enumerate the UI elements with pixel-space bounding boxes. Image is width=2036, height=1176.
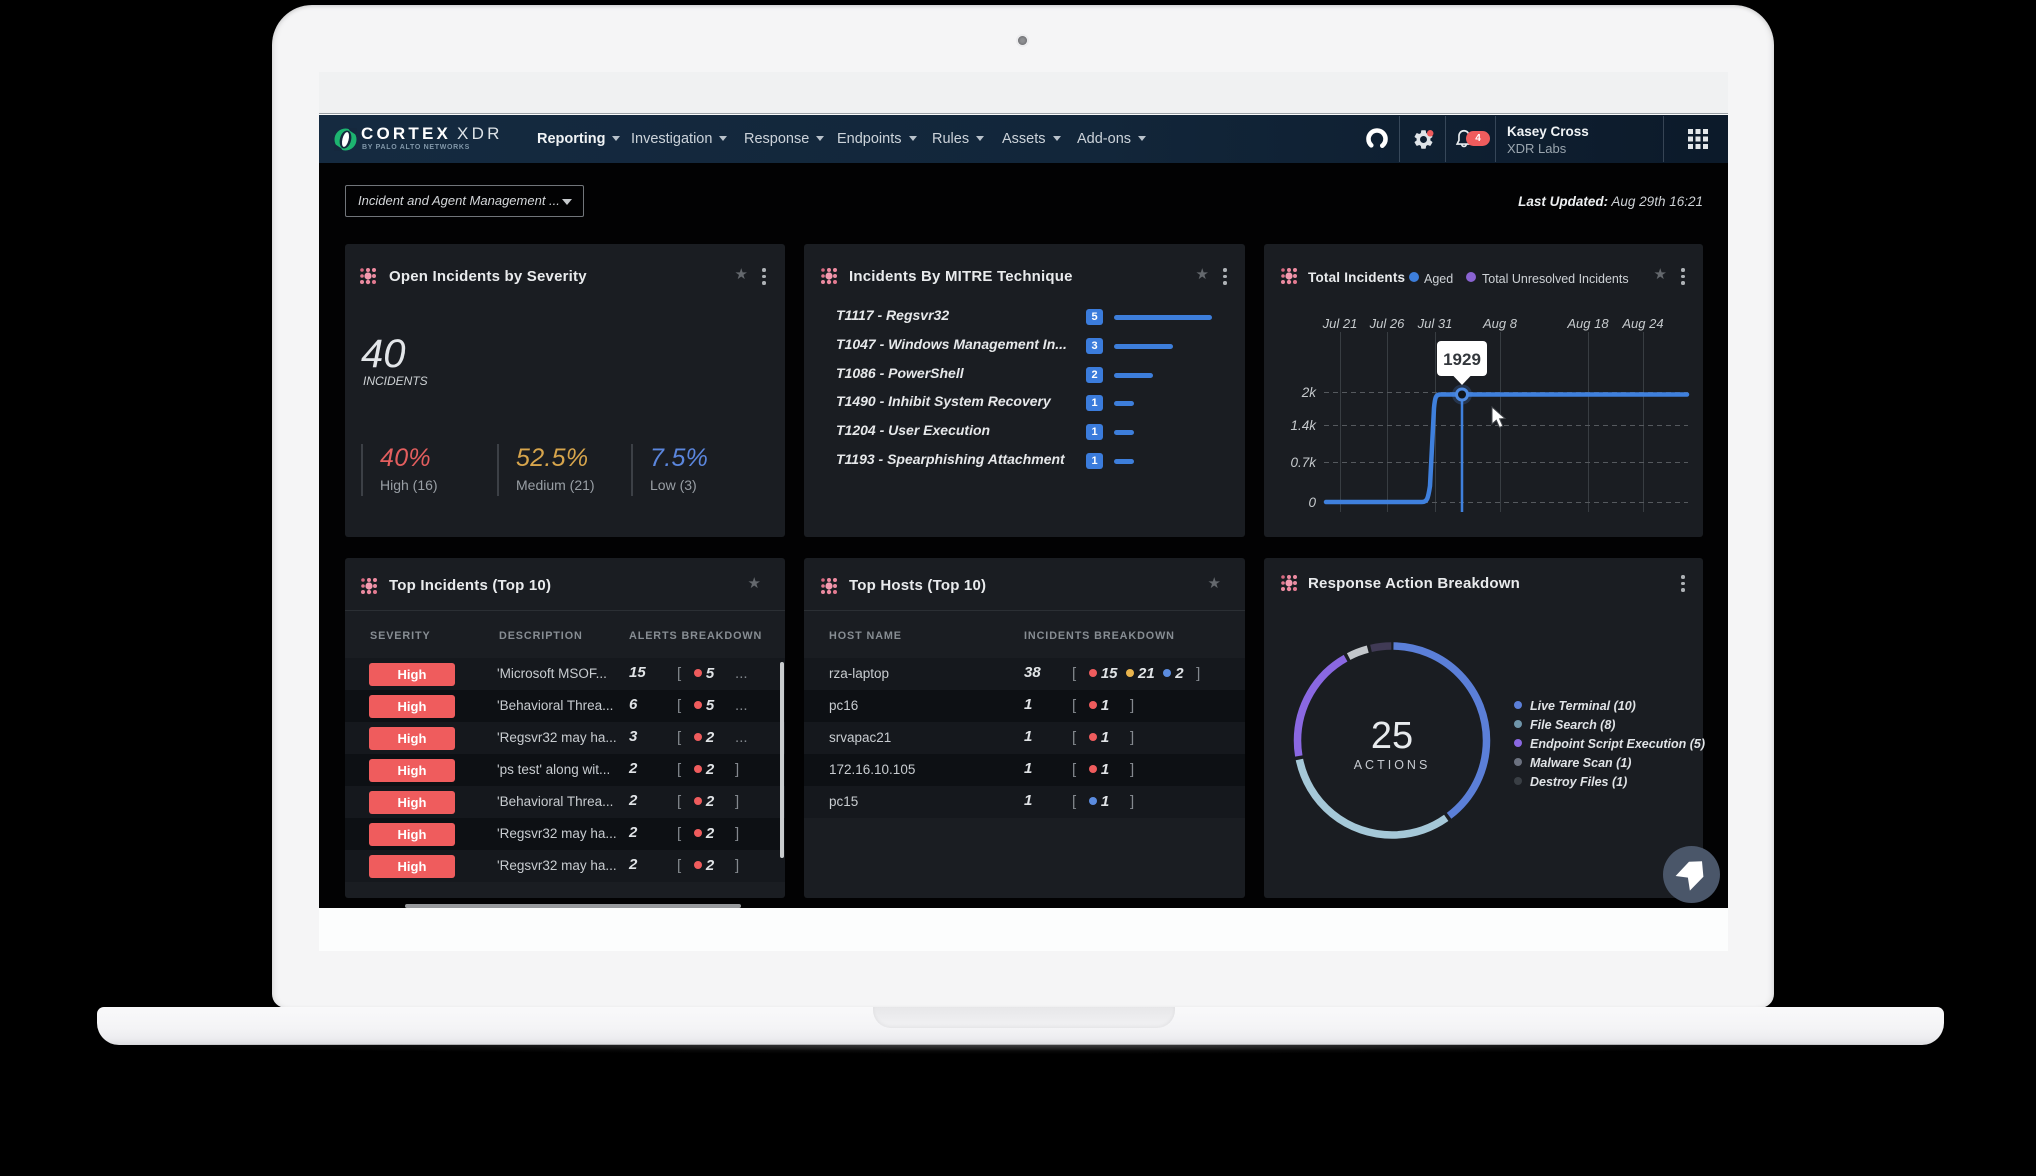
svg-text:1.4k: 1.4k (1290, 418, 1317, 433)
svg-text:Aug 8: Aug 8 (1482, 316, 1518, 331)
svg-text:0.7k: 0.7k (1290, 455, 1317, 470)
svg-text:Aug 18: Aug 18 (1566, 316, 1609, 331)
svg-text:Jul 31: Jul 31 (1417, 316, 1453, 331)
svg-text:2k: 2k (1301, 385, 1318, 400)
svg-text:Aug 24: Aug 24 (1621, 316, 1663, 331)
svg-text:0: 0 (1308, 495, 1316, 510)
svg-text:1929: 1929 (1443, 350, 1481, 369)
svg-text:Jul 21: Jul 21 (1322, 316, 1358, 331)
svg-text:Jul 26: Jul 26 (1369, 316, 1405, 331)
